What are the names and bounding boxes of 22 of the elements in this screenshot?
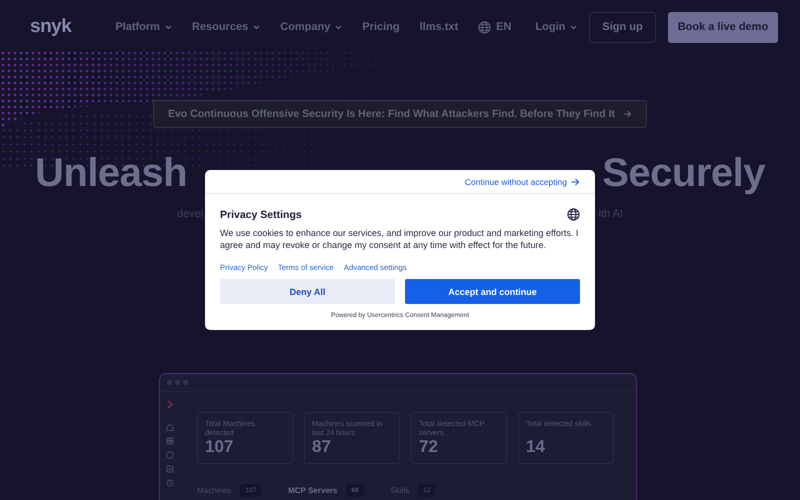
announcement-link[interactable]: Evo Continuous Offensive Security Is Here: Find What Attackers Find. Before They Find It: [152, 100, 648, 128]
hero-headline: Securely: [602, 150, 765, 196]
stat-value: 87: [312, 437, 332, 457]
stat-value: 72: [419, 437, 439, 457]
accept-button[interactable]: Accept and continue: [405, 279, 580, 304]
signup-button[interactable]: Sign up: [589, 12, 656, 42]
logo[interactable]: snyk: [30, 16, 72, 38]
nav-link[interactable]: llms.txt: [420, 21, 458, 33]
nav-link[interactable]: Resources: [192, 21, 260, 33]
dialog-title: Privacy Settings: [220, 208, 302, 220]
nav-link[interactable]: Platform: [115, 21, 172, 33]
nav-link[interactable]: Company: [280, 21, 342, 33]
demo-button[interactable]: Book a live demo: [668, 12, 778, 42]
consent-text: We use cookies to enhance our services, and improve our product and marketing efforts. I agree and may revoke or change my consent at any time with effect for the future.: [220, 228, 580, 251]
nav-link[interactable]: Pricing: [362, 21, 400, 33]
login-link[interactable]: Login: [535, 21, 578, 33]
hero-headline: Unleash: [35, 150, 188, 196]
continue-without-accepting-link[interactable]: Continue without accepting: [464, 177, 580, 187]
stat-value: 14: [526, 437, 546, 457]
language-selector[interactable]: EN: [478, 20, 512, 34]
deny-button[interactable]: Deny All: [220, 279, 395, 304]
stat-value: 107: [205, 437, 234, 457]
